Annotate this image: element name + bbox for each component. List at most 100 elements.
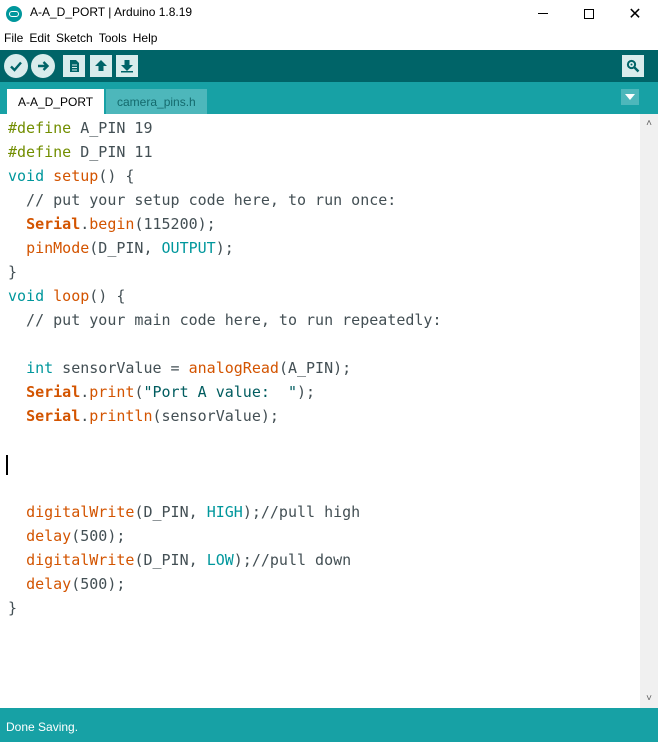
code-token: delay [26,575,72,593]
code-line[interactable] [6,452,441,476]
code-token: setup [53,167,99,185]
code-token: Serial [26,215,81,233]
code-line[interactable] [8,332,441,356]
save-button[interactable] [116,55,138,77]
code-line[interactable]: #define A_PIN 19 [8,116,441,140]
code-line[interactable]: digitalWrite(D_PIN, LOW);//pull down [8,548,441,572]
serial-monitor-button[interactable] [622,55,644,77]
code-token: . [80,215,90,233]
code-token: ); [297,383,316,401]
text-caret [6,454,8,475]
menu-edit[interactable]: Edit [29,31,50,45]
scroll-down-arrow-icon[interactable]: ˅ [640,688,658,708]
code-token: (sensorValue); [152,407,279,425]
code-line[interactable]: #define D_PIN 11 [8,140,441,164]
menu-sketch[interactable]: Sketch [56,31,93,45]
menu-tools[interactable]: Tools [99,31,127,45]
code-token: (115200); [134,215,216,233]
code-line[interactable]: // put your setup code here, to run once… [8,188,441,212]
code-line[interactable]: Serial.print("Port A value: "); [8,380,441,404]
code-token: (A_PIN); [278,359,352,377]
code-line[interactable]: void loop() { [8,284,441,308]
maximize-icon [584,8,594,19]
code-line[interactable]: digitalWrite(D_PIN, HIGH);//pull high [8,500,441,524]
serial-monitor-icon [626,59,640,73]
code-line[interactable]: void setup() { [8,164,441,188]
menu-bar: File Edit Sketch Tools Help [0,28,658,48]
code-token: (D_PIN, [89,239,162,257]
close-button[interactable]: ✕ [612,0,658,27]
upload-icon [38,61,50,71]
code-token: begin [89,215,135,233]
code-token: Serial [26,383,81,401]
code-token: );//pull high [242,503,361,521]
minimize-button[interactable] [520,0,566,27]
code-token: Serial [26,407,81,425]
code-token: } [8,599,18,617]
tab-menu-button[interactable] [621,89,639,105]
code-token: );//pull down [233,551,352,569]
menu-file[interactable]: File [4,31,23,45]
code-line[interactable]: delay(500); [8,572,441,596]
code-line[interactable]: } [8,260,441,284]
scroll-up-arrow-icon[interactable]: ˄ [640,114,658,132]
arduino-logo-icon [6,6,22,22]
code-token: (500); [71,527,126,545]
chevron-down-icon [625,94,635,100]
code-token: delay [26,527,72,545]
code-line[interactable]: // put your main code here, to run repea… [8,308,441,332]
code-token: . [80,407,90,425]
save-icon [121,60,133,73]
code-token: void [8,167,45,185]
code-line[interactable]: Serial.println(sensorValue); [8,404,441,428]
code-line[interactable] [8,476,441,500]
code-editor[interactable]: #define A_PIN 19 #define D_PIN 11 void set… [0,114,640,708]
tab-bar: A-A_D_PORT camera_pins.h [0,82,658,114]
code-token: #define [8,119,72,137]
code-line[interactable]: pinMode(D_PIN, OUTPUT); [8,236,441,260]
menu-help[interactable]: Help [133,31,158,45]
code-token: // put your setup code here, to run once… [8,191,397,209]
code-token: (D_PIN, [134,551,207,569]
verify-button[interactable] [4,54,28,78]
tab-a-a-d-port[interactable]: A-A_D_PORT [7,89,105,114]
tab-camera-pins[interactable]: camera_pins.h [106,89,207,114]
code-line[interactable]: int sensorValue = analogRead(A_PIN); [8,356,441,380]
code-token: (500); [71,575,126,593]
maximize-button[interactable] [566,0,612,27]
code-token: A_PIN 19 [71,119,153,137]
minimize-icon [538,13,548,14]
close-icon: ✕ [628,3,642,23]
code-text[interactable]: #define A_PIN 19 #define D_PIN 11 void set… [6,116,441,620]
code-token: D_PIN 11 [71,143,153,161]
title-bar: A-A_D_PORT | Arduino 1.8.19 ✕ [0,0,658,27]
status-message: Done Saving. [6,720,79,734]
code-token: loop [53,287,90,305]
code-line[interactable]: } [8,596,441,620]
open-icon [95,60,107,71]
code-token: . [80,383,90,401]
code-token: ); [215,239,234,257]
code-token: () { [98,167,135,185]
open-button[interactable] [90,55,112,77]
scroll-thumb[interactable] [644,132,654,688]
vertical-scrollbar[interactable]: ˄ ˅ [640,114,658,708]
new-button[interactable] [63,55,85,77]
code-line[interactable] [8,428,441,452]
upload-button[interactable] [31,54,55,78]
code-token: int [26,359,54,377]
code-line[interactable]: delay(500); [8,524,441,548]
code-token: pinMode [26,239,90,257]
code-token: OUTPUT [161,239,216,257]
code-line[interactable]: Serial.begin(115200); [8,212,441,236]
code-token: (D_PIN, [134,503,207,521]
